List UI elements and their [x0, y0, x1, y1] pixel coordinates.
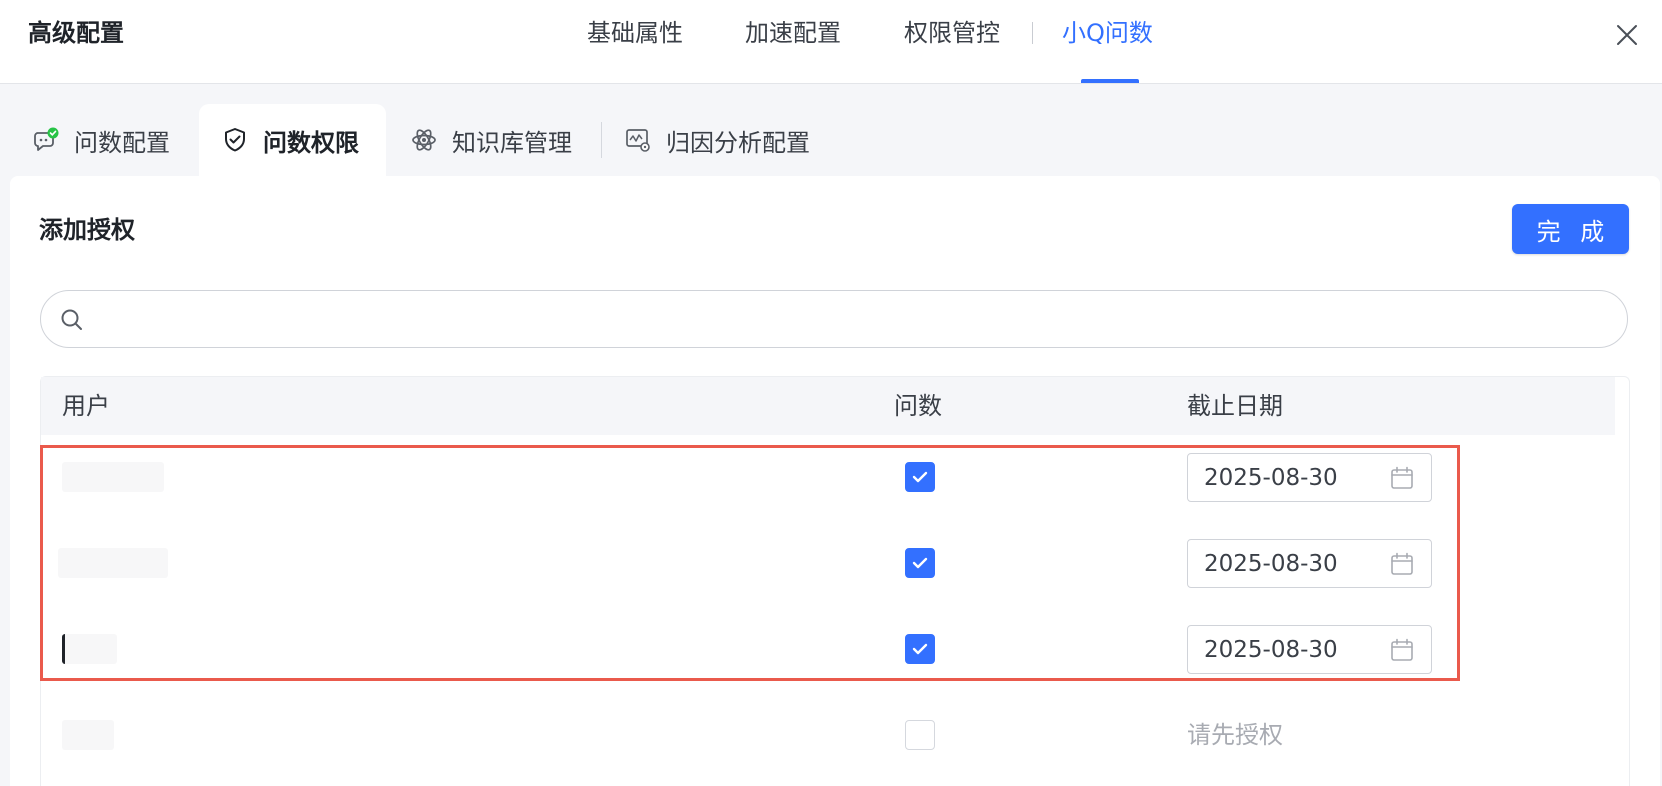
close-button[interactable]	[1612, 20, 1642, 50]
subtab-ask-permission-label: 问数权限	[263, 128, 359, 157]
table-row: 2025-08-30	[41, 435, 1615, 521]
authorize-first-hint: 请先授权	[1187, 721, 1283, 749]
deadline-date-value: 2025-08-30	[1204, 637, 1338, 663]
table-header: 用户 问数 截止日期	[41, 377, 1615, 435]
tab-basic-properties[interactable]: 基础属性	[587, 16, 683, 50]
close-icon	[1617, 25, 1637, 45]
tab-permission-control[interactable]: 权限管控	[904, 16, 1000, 50]
chart-gear-icon	[624, 126, 652, 154]
tab-acceleration-config[interactable]: 加速配置	[745, 16, 841, 50]
ask-permission-checkbox[interactable]	[905, 462, 935, 492]
search-icon	[61, 309, 82, 330]
atom-icon	[410, 126, 438, 154]
subtab-knowledge-base-label: 知识库管理	[452, 128, 572, 157]
dialog-title: 高级配置	[28, 19, 124, 47]
chat-bubble-check-icon	[32, 126, 60, 154]
section-title: 添加授权	[39, 216, 135, 244]
user-name-redacted	[62, 462, 164, 492]
table-row: 2025-08-30	[41, 521, 1615, 607]
active-tab-indicator	[1081, 79, 1139, 83]
subtab-knowledge-base[interactable]: 知识库管理	[410, 104, 590, 176]
deadline-date-picker[interactable]: 2025-08-30	[1187, 453, 1432, 502]
search-box	[40, 290, 1628, 348]
search-input[interactable]	[97, 299, 1601, 341]
column-header-deadline: 截止日期	[1187, 392, 1283, 420]
deadline-date-value: 2025-08-30	[1204, 551, 1338, 577]
user-name-redacted	[62, 720, 114, 750]
subtab-ask-config[interactable]: 问数配置	[22, 104, 200, 176]
calendar-icon	[1391, 552, 1413, 575]
dialog-header: 高级配置 基础属性 加速配置 权限管控 小Q问数	[0, 0, 1662, 84]
authorization-table: 用户 问数 截止日期 2025-08-30 2025-08-30 2025-08…	[40, 376, 1630, 786]
table-row: 请先授权	[41, 693, 1615, 779]
calendar-icon	[1391, 638, 1413, 661]
tab-xiaoq-ask[interactable]: 小Q问数	[1062, 16, 1153, 50]
shield-check-icon	[221, 126, 249, 154]
deadline-date-value: 2025-08-30	[1204, 465, 1338, 491]
ask-permission-checkbox[interactable]	[905, 548, 935, 578]
ask-permission-checkbox[interactable]	[905, 720, 935, 750]
subtab-attribution-config[interactable]: 归因分析配置	[624, 104, 844, 176]
ask-permission-checkbox[interactable]	[905, 634, 935, 664]
tab-divider	[1032, 22, 1033, 44]
table-row: 2025-08-30	[41, 607, 1615, 693]
subtab-attribution-config-label: 归因分析配置	[666, 128, 810, 157]
checkmark-icon	[912, 557, 928, 569]
deadline-date-picker[interactable]: 2025-08-30	[1187, 539, 1432, 588]
subtab-ask-config-label: 问数配置	[74, 128, 170, 157]
checkmark-icon	[912, 471, 928, 483]
column-header-user: 用户	[62, 392, 110, 420]
deadline-date-picker[interactable]: 2025-08-30	[1187, 625, 1432, 674]
subtab-ask-permission[interactable]: 问数权限	[199, 104, 386, 176]
calendar-icon	[1391, 466, 1413, 489]
checkmark-icon	[912, 643, 928, 655]
column-header-ask: 问数	[894, 392, 942, 420]
done-button[interactable]: 完 成	[1512, 204, 1629, 254]
user-name-redacted	[58, 548, 168, 578]
subtab-divider	[601, 122, 602, 158]
user-name-redacted	[62, 634, 117, 664]
